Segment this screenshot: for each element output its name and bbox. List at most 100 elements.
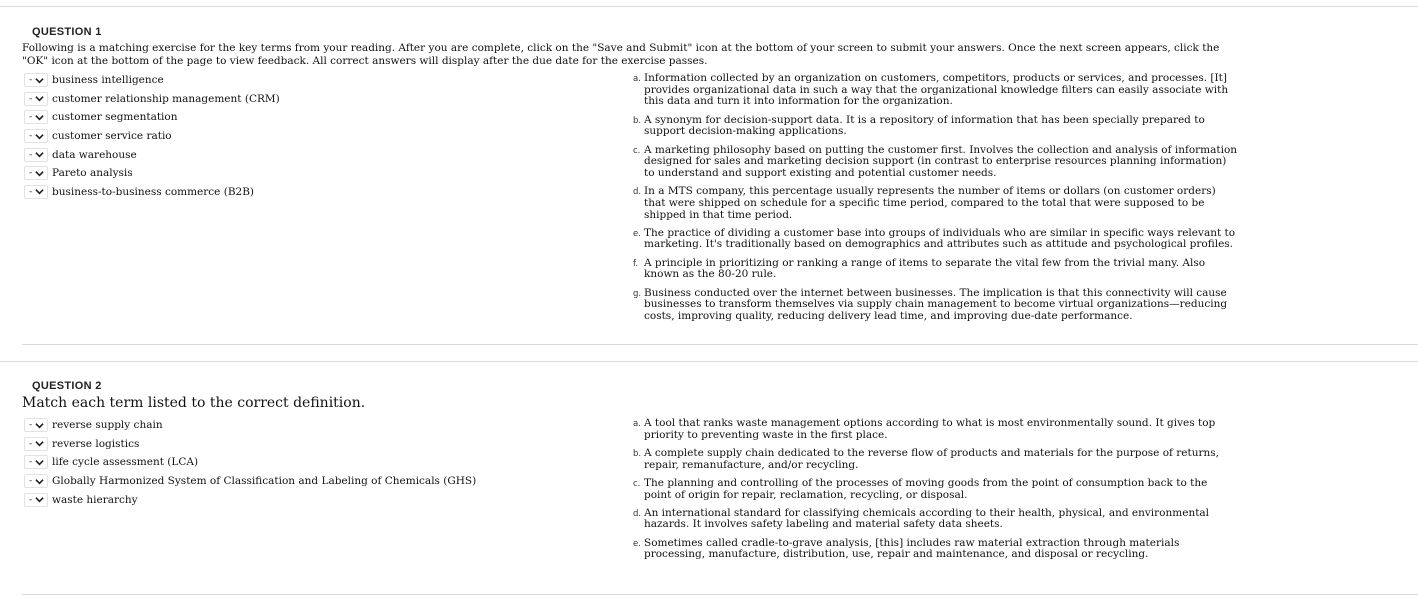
chevron-down-icon [35, 152, 44, 158]
definition-text: In a MTS company, this percentage usuall… [644, 185, 1216, 221]
term-label: business intelligence [52, 74, 164, 87]
definition-item: d. In a MTS company, this percentage usua… [633, 185, 1238, 221]
term-row: - life cycle assessment (LCA) [24, 453, 476, 472]
answer-select-value: - [29, 457, 33, 468]
term-row: - business intelligence [24, 71, 280, 90]
answer-select-value: - [29, 420, 33, 431]
term-row: - Globally Harmonized System of Classific… [24, 472, 476, 491]
question-1-title: QUESTION 1 [32, 26, 102, 38]
term-row: - customer segmentation [24, 108, 280, 127]
definition-letter: g. [633, 288, 642, 299]
term-label: customer segmentation [52, 111, 178, 124]
definition-text: An international standard for classifyin… [644, 506, 1210, 531]
definition-letter: c. [633, 478, 641, 489]
term-label: life cycle assessment (LCA) [52, 456, 199, 469]
answer-select[interactable]: - [24, 455, 48, 470]
definition-letter: c. [633, 145, 641, 156]
question-2-definition-list: a. A tool that ranks waste management opt… [633, 417, 1238, 568]
q2-bottom-divider [22, 594, 1418, 595]
definition-letter: d. [633, 508, 642, 519]
definition-item: c. A marketing philosophy based on puttin… [633, 143, 1238, 180]
term-label: business-to-business commerce (B2B) [52, 185, 255, 198]
q1-bottom-divider [22, 344, 1418, 345]
definition-text: Information collected by an organization… [644, 72, 1229, 108]
answer-select-value: - [29, 186, 33, 197]
definition-text: Sometimes called cradle-to-grave analysi… [644, 536, 1180, 561]
definition-text: A principle in prioritizing or ranking a… [644, 256, 1206, 281]
definition-letter: e. [633, 228, 641, 239]
definition-letter: e. [633, 538, 641, 549]
top-divider [0, 6, 1418, 7]
answer-select-value: - [29, 438, 33, 449]
definition-letter: b. [633, 448, 642, 459]
answer-select-value: - [29, 93, 33, 104]
q2-top-divider [0, 361, 1418, 362]
definition-text: A synonym for decision-support data. It … [644, 113, 1205, 138]
term-row: - customer service ratio [24, 127, 280, 146]
question-1-term-list: - business intelligence - customer relation… [24, 71, 280, 201]
answer-select[interactable]: - [24, 147, 48, 162]
chevron-down-icon [35, 189, 44, 195]
answer-select[interactable]: - [24, 110, 48, 125]
term-label: customer relationship management (CRM) [52, 92, 280, 105]
chevron-down-icon [35, 133, 44, 140]
answer-select[interactable]: - [24, 166, 48, 181]
chevron-down-icon [35, 77, 44, 84]
definition-item: g. Business conducted over the internet b… [633, 286, 1238, 323]
definition-item: d. An international standard for classify… [633, 506, 1238, 531]
chevron-down-icon [35, 170, 44, 177]
term-row: - waste hierarchy [24, 490, 476, 509]
question-2-title: QUESTION 2 [32, 380, 102, 392]
definition-item: b. A synonym for decision-support data. I… [633, 113, 1238, 138]
definition-item: a. Information collected by an organizati… [633, 72, 1238, 108]
answer-select[interactable]: - [24, 436, 48, 451]
term-row: - customer relationship management (CRM) [24, 90, 280, 109]
term-label: Globally Harmonized System of Classifica… [52, 475, 477, 488]
chevron-down-icon [35, 478, 44, 485]
definition-letter: a. [633, 419, 641, 429]
definition-text: A tool that ranks waste management optio… [644, 417, 1216, 441]
term-row: - data warehouse [24, 145, 280, 164]
question-2-instructions: Match each term listed to the correct de… [22, 395, 366, 411]
definition-letter: a. [633, 74, 641, 84]
definition-letter: b. [633, 115, 642, 126]
chevron-down-icon [35, 115, 44, 121]
answer-select-value: - [29, 168, 33, 179]
definition-item: a. A tool that ranks waste management opt… [633, 417, 1238, 441]
chevron-down-icon [35, 96, 44, 102]
definition-text: Business conducted over the internet bet… [644, 286, 1228, 322]
question-1-definition-list: a. Information collected by an organizati… [633, 72, 1238, 329]
chevron-down-icon [35, 497, 44, 503]
question-2-term-list: - reverse supply chain - reverse logistics -… [24, 416, 476, 509]
answer-select-value: - [29, 476, 33, 487]
answer-select-value: - [29, 112, 33, 123]
term-row: - reverse supply chain [24, 416, 476, 435]
definition-text: A marketing philosophy based on putting … [644, 143, 1238, 179]
definition-letter: d. [633, 187, 642, 198]
answer-select[interactable]: - [24, 73, 48, 88]
term-row: - Pareto analysis [24, 164, 280, 183]
definition-letter: f. [633, 258, 639, 269]
answer-select[interactable]: - [24, 91, 48, 106]
definition-text: The practice of dividing a customer base… [644, 226, 1236, 251]
answer-select[interactable]: - [24, 474, 48, 489]
term-row: - business-to-business commerce (B2B) [24, 183, 280, 202]
answer-select-value: - [29, 494, 33, 505]
term-label: reverse supply chain [52, 419, 163, 432]
answer-select[interactable]: - [24, 418, 48, 433]
term-label: reverse logistics [52, 437, 140, 450]
answer-select[interactable]: - [24, 492, 48, 507]
term-row: - reverse logistics [24, 435, 476, 454]
answer-select[interactable]: - [24, 184, 48, 199]
definition-item: e. The practice of dividing a customer ba… [633, 226, 1238, 251]
chevron-down-icon [35, 441, 44, 447]
answer-select[interactable]: - [24, 129, 48, 144]
chevron-down-icon [35, 422, 44, 429]
definition-text: The planning and controlling of the proc… [644, 476, 1208, 501]
answer-select-value: - [29, 149, 33, 160]
term-label: customer service ratio [52, 130, 172, 143]
answer-select-value: - [29, 131, 33, 142]
answer-select-value: - [29, 75, 33, 86]
term-label: data warehouse [52, 148, 137, 161]
definition-text: A complete supply chain dedicated to the… [644, 446, 1219, 471]
